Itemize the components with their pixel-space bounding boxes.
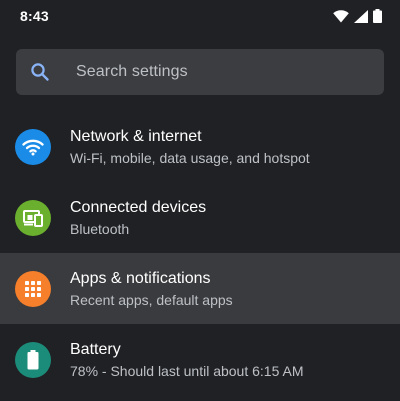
item-title: Connected devices (70, 199, 207, 216)
settings-list: Network & internet Wi-Fi, mobile, data u… (0, 111, 400, 395)
battery-icon (15, 342, 51, 378)
item-subtitle: 78% - Should last until about 6:15 AM (70, 363, 304, 379)
settings-item-connected-devices[interactable]: Connected devices Bluetooth (0, 182, 400, 253)
settings-item-network[interactable]: Network & internet Wi-Fi, mobile, data u… (0, 111, 400, 182)
battery-icon (373, 9, 382, 23)
status-time: 8:43 (20, 8, 49, 24)
item-subtitle: Wi-Fi, mobile, data usage, and hotspot (70, 150, 310, 166)
status-bar: 8:43 (0, 0, 400, 34)
item-subtitle: Recent apps, default apps (70, 292, 233, 308)
status-icons (333, 9, 382, 23)
search-placeholder[interactable]: Search settings (76, 63, 188, 81)
apps-grid-icon (15, 271, 51, 307)
wifi-icon (333, 9, 349, 23)
cellular-signal-icon (354, 9, 368, 23)
item-subtitle: Bluetooth (70, 221, 130, 237)
network-wifi-icon (15, 129, 51, 165)
item-title: Network & internet (70, 128, 202, 145)
settings-item-battery[interactable]: Battery 78% - Should last until about 6:… (0, 324, 400, 395)
search-icon (30, 62, 50, 82)
connected-devices-icon (15, 200, 51, 236)
item-title: Battery (70, 341, 121, 358)
search-bar[interactable]: Search settings (16, 49, 384, 95)
settings-item-apps-notifications[interactable]: Apps & notifications Recent apps, defaul… (0, 253, 400, 324)
item-title: Apps & notifications (70, 270, 211, 287)
